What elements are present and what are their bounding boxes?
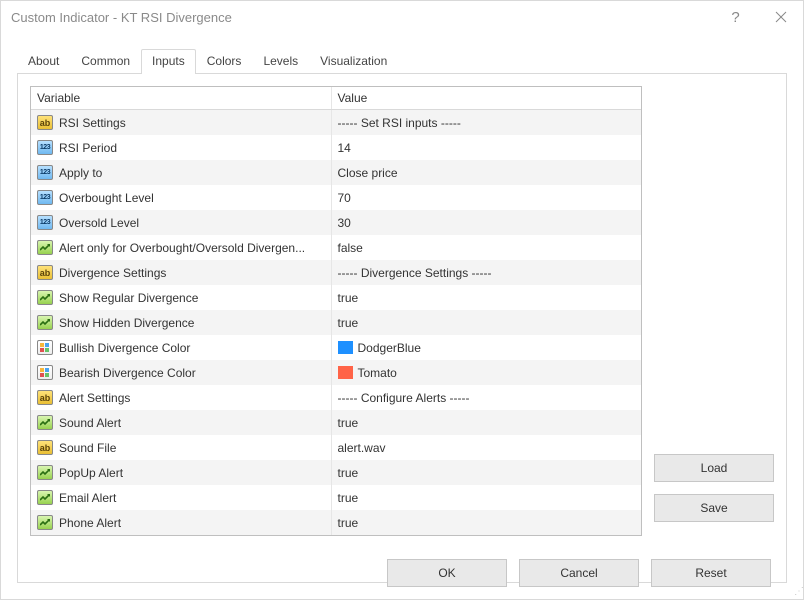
table-row[interactable]: 123 Overbought Level 70 — [31, 185, 641, 210]
color-swatch — [338, 341, 353, 354]
type-string-icon: ab — [37, 390, 53, 405]
variable-name: Bullish Divergence Color — [59, 341, 190, 355]
variable-value: Close price — [338, 166, 398, 180]
ok-button[interactable]: OK — [387, 559, 507, 587]
type-bool-icon — [37, 515, 53, 530]
variable-value: Tomato — [358, 366, 397, 380]
variable-name: Phone Alert — [59, 516, 121, 530]
table-row[interactable]: Bullish Divergence Color DodgerBlue — [31, 335, 641, 360]
tab-page-inputs: Variable Value ab RSI Settings ----- Set R… — [17, 73, 787, 583]
variable-value: 70 — [338, 191, 351, 205]
column-header-value[interactable]: Value — [331, 87, 641, 110]
titlebar: Custom Indicator - KT RSI Divergence ? — [1, 1, 803, 33]
variable-name: RSI Period — [59, 141, 117, 155]
variable-value: true — [338, 516, 359, 530]
tab-common[interactable]: Common — [70, 49, 141, 74]
table-row[interactable]: Sound Alert true — [31, 410, 641, 435]
variable-name: Alert only for Overbought/Oversold Diver… — [59, 241, 305, 255]
type-color-icon — [37, 340, 53, 355]
tab-strip: AboutCommonInputsColorsLevelsVisualizati… — [17, 49, 787, 74]
table-row[interactable]: PopUp Alert true — [31, 460, 641, 485]
table-row[interactable]: 123 RSI Period 14 — [31, 135, 641, 160]
table-row[interactable]: Alert only for Overbought/Oversold Diver… — [31, 235, 641, 260]
type-string-icon: ab — [37, 265, 53, 280]
variable-value: true — [338, 416, 359, 430]
variable-value: DodgerBlue — [358, 341, 421, 355]
table-row[interactable]: Show Hidden Divergence true — [31, 310, 641, 335]
variable-value: true — [338, 316, 359, 330]
reset-button[interactable]: Reset — [651, 559, 771, 587]
bottom-buttons: OK Cancel Reset — [387, 559, 771, 587]
tab-inputs[interactable]: Inputs — [141, 49, 196, 74]
variable-value: alert.wav — [338, 441, 386, 455]
variable-name: Divergence Settings — [59, 266, 166, 280]
table-row[interactable]: ab Divergence Settings ----- Divergence Se… — [31, 260, 641, 285]
help-button[interactable]: ? — [713, 1, 758, 33]
type-color-icon — [37, 365, 53, 380]
window-title: Custom Indicator - KT RSI Divergence — [11, 10, 713, 25]
table-row[interactable]: 123 Apply to Close price — [31, 160, 641, 185]
variable-value: ----- Configure Alerts ----- — [338, 391, 470, 405]
variable-name: PopUp Alert — [59, 466, 123, 480]
table-row[interactable]: Email Alert true — [31, 485, 641, 510]
type-number-icon: 123 — [37, 190, 53, 205]
table-row[interactable]: Show Regular Divergence true — [31, 285, 641, 310]
type-bool-icon — [37, 415, 53, 430]
column-header-variable[interactable]: Variable — [31, 87, 331, 110]
inputs-table: Variable Value ab RSI Settings ----- Set R… — [30, 86, 642, 536]
variable-value: 30 — [338, 216, 351, 230]
dialog-content: AboutCommonInputsColorsLevelsVisualizati… — [17, 49, 787, 599]
table-row[interactable]: ab Sound File alert.wav — [31, 435, 641, 460]
variable-name: Sound Alert — [59, 416, 121, 430]
variable-name: RSI Settings — [59, 116, 126, 130]
table-row[interactable]: ab RSI Settings ----- Set RSI inputs ----- — [31, 110, 641, 136]
variable-name: Sound File — [59, 441, 116, 455]
dialog-window: Custom Indicator - KT RSI Divergence ? A… — [0, 0, 804, 600]
type-number-icon: 123 — [37, 215, 53, 230]
variable-value: false — [338, 241, 363, 255]
variable-name: Email Alert — [59, 491, 116, 505]
color-swatch — [338, 366, 353, 379]
tab-visualization[interactable]: Visualization — [309, 49, 398, 74]
variable-value: ----- Divergence Settings ----- — [338, 266, 492, 280]
table-row[interactable]: Bearish Divergence Color Tomato — [31, 360, 641, 385]
tab-colors[interactable]: Colors — [196, 49, 253, 74]
variable-name: Oversold Level — [59, 216, 139, 230]
type-number-icon: 123 — [37, 140, 53, 155]
type-bool-icon — [37, 240, 53, 255]
variable-value: true — [338, 491, 359, 505]
variable-name: Apply to — [59, 166, 102, 180]
table-row[interactable]: ab Alert Settings ----- Configure Alerts -… — [31, 385, 641, 410]
close-icon — [775, 11, 787, 23]
table-row[interactable]: 123 Oversold Level 30 — [31, 210, 641, 235]
variable-value: true — [338, 291, 359, 305]
resize-grip[interactable]: ⋰ — [794, 586, 801, 597]
type-bool-icon — [37, 490, 53, 505]
tab-about[interactable]: About — [17, 49, 70, 74]
tab-levels[interactable]: Levels — [252, 49, 309, 74]
type-number-icon: 123 — [37, 165, 53, 180]
type-bool-icon — [37, 290, 53, 305]
table-row[interactable]: Phone Alert true — [31, 510, 641, 535]
type-string-icon: ab — [37, 440, 53, 455]
cancel-button[interactable]: Cancel — [519, 559, 639, 587]
variable-name: Show Regular Divergence — [59, 291, 198, 305]
type-bool-icon — [37, 465, 53, 480]
variable-name: Show Hidden Divergence — [59, 316, 194, 330]
variable-name: Bearish Divergence Color — [59, 366, 196, 380]
variable-value: 14 — [338, 141, 351, 155]
variable-name: Overbought Level — [59, 191, 154, 205]
variable-value: ----- Set RSI inputs ----- — [338, 116, 461, 130]
save-button[interactable]: Save — [654, 494, 774, 522]
side-buttons: Load Save — [654, 454, 774, 522]
variable-value: true — [338, 466, 359, 480]
type-bool-icon — [37, 315, 53, 330]
close-button[interactable] — [758, 1, 803, 33]
load-button[interactable]: Load — [654, 454, 774, 482]
type-string-icon: ab — [37, 115, 53, 130]
variable-name: Alert Settings — [59, 391, 130, 405]
